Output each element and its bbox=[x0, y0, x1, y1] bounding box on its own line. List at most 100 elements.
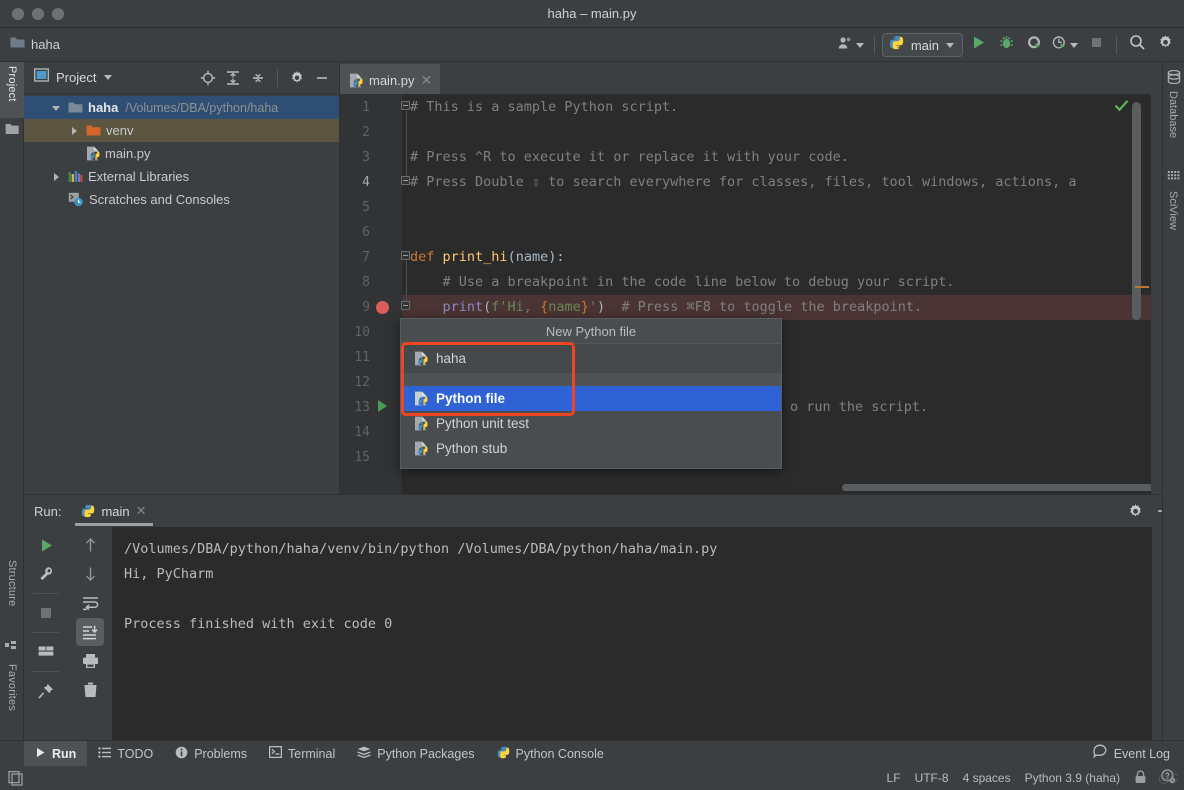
project-folder-icon[interactable] bbox=[5, 122, 19, 136]
sidebar-item-structure[interactable]: Structure bbox=[0, 556, 24, 634]
print-button[interactable] bbox=[76, 647, 104, 675]
sidebar-item-favorites[interactable]: Favorites bbox=[0, 660, 24, 742]
settings-help-icon[interactable] bbox=[1161, 769, 1176, 787]
encoding-status[interactable]: UTF-8 bbox=[915, 771, 949, 785]
line-number: 14 bbox=[346, 425, 370, 440]
editor-tab-main-py[interactable]: main.py ✕ bbox=[340, 64, 440, 94]
fold-marker[interactable] bbox=[401, 101, 410, 110]
scratches-icon bbox=[68, 192, 84, 207]
lock-icon[interactable] bbox=[1134, 770, 1147, 787]
run-button[interactable] bbox=[965, 32, 991, 58]
sidebar-item-sciview[interactable]: SciView bbox=[1162, 188, 1184, 250]
new-python-file-popup[interactable]: New Python file haha bbox=[400, 318, 782, 469]
up-stack-button[interactable] bbox=[76, 531, 104, 559]
project-settings-button[interactable] bbox=[286, 67, 308, 89]
structure-icon[interactable] bbox=[5, 640, 17, 654]
bottom-tab-run[interactable]: Run bbox=[24, 741, 87, 767]
down-stack-button[interactable] bbox=[76, 560, 104, 588]
editor-horizontal-scrollbar[interactable] bbox=[842, 484, 1151, 491]
run-line-gutter-icon[interactable] bbox=[378, 400, 387, 412]
pin-tab-button[interactable] bbox=[32, 677, 60, 705]
tree-item-venv[interactable]: venv bbox=[24, 119, 339, 142]
python-console-icon bbox=[497, 746, 510, 762]
left-tool-strip: Project Structure Favorites bbox=[0, 62, 24, 740]
line-number: 1 bbox=[346, 100, 370, 115]
run-settings-button[interactable] bbox=[1124, 500, 1146, 522]
chevron-right-icon[interactable] bbox=[68, 124, 81, 137]
popup-item-python-unit-test[interactable]: Python unit test bbox=[401, 411, 781, 436]
clear-console-button[interactable] bbox=[76, 676, 104, 704]
popup-separator bbox=[401, 373, 781, 386]
run-tab-main[interactable]: main ✕ bbox=[75, 498, 152, 524]
title-bar: haha – main.py bbox=[0, 0, 1184, 28]
close-icon[interactable]: ✕ bbox=[136, 503, 147, 519]
python-file-icon bbox=[86, 146, 100, 161]
sidebar-item-project[interactable]: Project bbox=[0, 62, 24, 118]
expand-all-button[interactable] bbox=[222, 67, 244, 89]
tree-item-haha[interactable]: haha /Volumes/DBA/python/haha bbox=[24, 96, 339, 119]
status-bar: LF UTF-8 4 spaces Python 3.9 (haha) bbox=[0, 766, 1184, 790]
breakpoint-marker[interactable] bbox=[376, 301, 389, 314]
user-button[interactable] bbox=[835, 32, 867, 58]
bottom-tab-problems[interactable]: Problems bbox=[164, 741, 258, 767]
soft-wrap-button[interactable] bbox=[76, 589, 104, 617]
profile-button[interactable] bbox=[1049, 32, 1081, 58]
indent-status[interactable]: 4 spaces bbox=[963, 771, 1011, 785]
layout-settings-button[interactable] bbox=[32, 638, 60, 666]
fold-region-line bbox=[406, 111, 407, 184]
bottom-tab-label: Problems bbox=[194, 747, 247, 761]
hide-panel-button[interactable] bbox=[311, 67, 333, 89]
sidebar-item-database[interactable]: Database bbox=[1162, 88, 1184, 160]
debug-button[interactable] bbox=[993, 32, 1019, 58]
window-title: haha – main.py bbox=[0, 0, 1184, 28]
stop-process-button[interactable] bbox=[32, 599, 60, 627]
sciview-icon[interactable] bbox=[1167, 170, 1181, 184]
locate-file-button[interactable] bbox=[197, 67, 219, 89]
new-file-name-value: haha bbox=[436, 351, 466, 366]
bottom-tab-python-console[interactable]: Python Console bbox=[486, 741, 615, 767]
toggle-tool-windows-button[interactable] bbox=[8, 770, 24, 786]
python-icon bbox=[889, 35, 904, 55]
stop-button[interactable] bbox=[1083, 32, 1109, 58]
tree-item-scratches[interactable]: Scratches and Consoles bbox=[24, 188, 339, 211]
interpreter-status[interactable]: Python 3.9 (haha) bbox=[1025, 771, 1120, 785]
search-everywhere-button[interactable] bbox=[1124, 32, 1150, 58]
run-toolbar-divider-2 bbox=[33, 632, 59, 633]
scroll-to-end-button[interactable] bbox=[76, 618, 104, 646]
edit-configuration-button[interactable] bbox=[32, 560, 60, 588]
debug-icon bbox=[999, 35, 1014, 55]
fold-marker[interactable] bbox=[401, 251, 410, 260]
run-panel-header: Run: main ✕ bbox=[24, 495, 1184, 527]
close-icon[interactable]: ✕ bbox=[421, 73, 433, 87]
rerun-button[interactable] bbox=[32, 531, 60, 559]
fold-marker[interactable] bbox=[401, 176, 410, 185]
bottom-tab-terminal[interactable]: Terminal bbox=[258, 741, 346, 767]
run-configuration-selector[interactable]: main bbox=[882, 33, 963, 57]
chevron-down-icon[interactable] bbox=[50, 101, 63, 114]
event-log-button[interactable]: Event Log bbox=[1093, 744, 1184, 763]
popup-item-python-stub[interactable]: Python stub bbox=[401, 436, 781, 461]
new-file-name-input[interactable]: haha bbox=[401, 344, 781, 373]
editor-gutter[interactable]: 1 2 3 4 5 6 7 8 9 10 11 12 13 14 15 bbox=[340, 94, 402, 494]
collapse-all-button[interactable] bbox=[247, 67, 269, 89]
popup-item-python-file[interactable]: Python file bbox=[401, 386, 781, 411]
run-console-output[interactable]: /Volumes/DBA/python/haha/venv/bin/python… bbox=[112, 527, 1152, 741]
code-line-7: def print_hi(name): bbox=[410, 249, 564, 265]
inspection-ok-icon[interactable] bbox=[1114, 99, 1129, 116]
line-separator-status[interactable]: LF bbox=[887, 771, 901, 785]
database-icon[interactable] bbox=[1167, 70, 1181, 84]
bottom-tab-python-packages[interactable]: Python Packages bbox=[346, 741, 485, 767]
run-toolbar-divider-3 bbox=[33, 671, 59, 672]
bottom-tab-todo[interactable]: TODO bbox=[87, 741, 164, 767]
breadcrumb[interactable]: haha bbox=[10, 36, 60, 54]
settings-button[interactable] bbox=[1152, 32, 1178, 58]
main-toolbar: haha bbox=[0, 28, 1184, 62]
tree-item-external-libraries[interactable]: External Libraries bbox=[24, 165, 339, 188]
chevron-right-icon[interactable] bbox=[50, 170, 63, 183]
toolbar-divider-2 bbox=[1116, 36, 1117, 54]
chevron-down-icon[interactable] bbox=[104, 75, 112, 80]
line-number: 2 bbox=[346, 125, 370, 140]
run-with-coverage-button[interactable] bbox=[1021, 32, 1047, 58]
fold-marker[interactable] bbox=[401, 301, 410, 310]
tree-item-main-py[interactable]: main.py bbox=[24, 142, 339, 165]
